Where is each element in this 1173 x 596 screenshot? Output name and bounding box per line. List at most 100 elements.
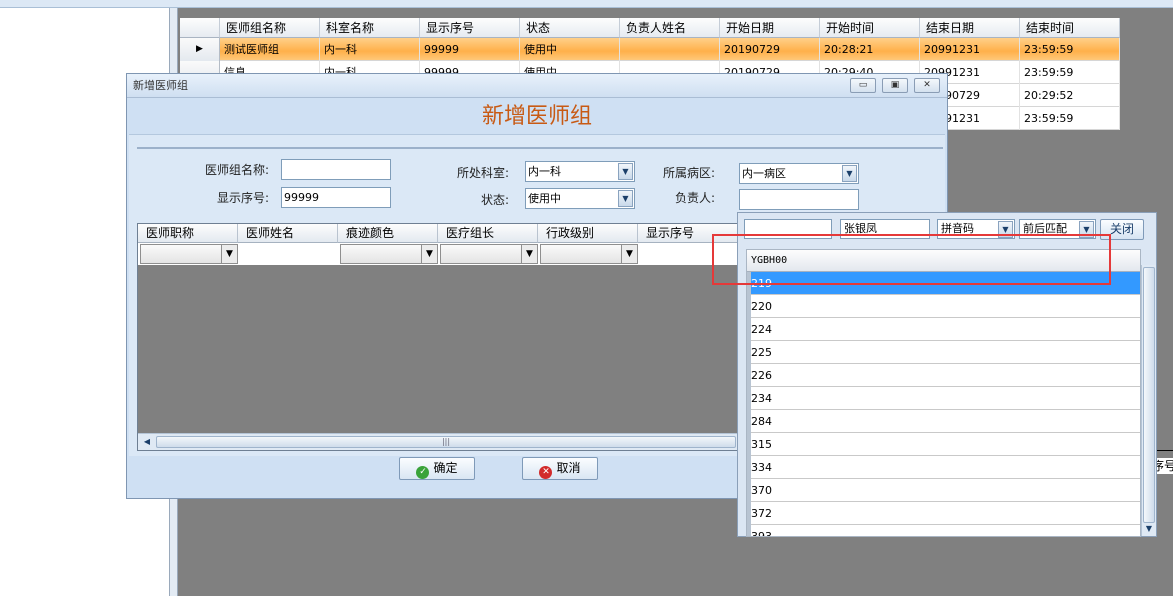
grid-corner-cell <box>180 18 220 38</box>
list-item[interactable]: 234 <box>747 387 1140 410</box>
column-header[interactable]: 负责人姓名 <box>620 18 720 38</box>
admin-level-combo[interactable]: ▼ <box>540 244 638 264</box>
table-row[interactable]: ▼ ▼ ▼ ▼ <box>138 243 752 265</box>
chevron-down-icon[interactable]: ▼ <box>618 190 633 207</box>
row-marker <box>747 525 751 536</box>
column-header[interactable]: 医师组名称 <box>220 18 320 38</box>
horizontal-scrollbar[interactable]: ◀ ||| <box>138 433 752 450</box>
status-value: 使用中 <box>528 192 561 205</box>
table-cell[interactable]: 99999 <box>420 38 520 61</box>
chevron-down-icon[interactable]: ▼ <box>521 245 537 263</box>
dept-value: 内一科 <box>528 165 561 178</box>
doctor-code-list[interactable]: YGBH00 219 220 224 225 226 234 284 315 3… <box>746 249 1141 537</box>
confirm-label: 确定 <box>433 461 458 475</box>
row-indicator-arrow: ▶ <box>180 38 220 61</box>
column-header[interactable]: 状态 <box>520 18 620 38</box>
list-item[interactable]: 220 <box>747 295 1140 318</box>
table-cell[interactable]: 23:59:59 <box>1020 38 1120 61</box>
minimize-icon: ▭ <box>858 80 868 90</box>
column-header[interactable]: 显示序号 <box>420 18 520 38</box>
title-combo[interactable]: ▼ <box>140 244 238 264</box>
chevron-down-icon[interactable]: ▼ <box>842 165 857 182</box>
check-icon: ✓ <box>416 466 430 479</box>
status-select[interactable]: 使用中 ▼ <box>525 188 635 209</box>
close-icon: ✕ <box>923 80 931 90</box>
list-item-label: 234 <box>751 392 772 405</box>
cancel-button[interactable]: ✕ 取消 <box>522 457 598 480</box>
dialog-titlebar[interactable]: 新增医师组 ▭ ▣ ✕ <box>127 74 947 98</box>
chevron-down-icon[interactable]: ▼ <box>618 163 633 180</box>
chevron-down-icon[interactable]: ▼ <box>221 245 237 263</box>
list-item-label: 220 <box>751 300 772 313</box>
list-item[interactable]: 284 <box>747 410 1140 433</box>
form-panel: 医师组名称: 所处科室: 内一科 ▼ 所属病区: 内一病区 ▼ 显示序号: 99… <box>137 147 943 215</box>
table-row[interactable]: ▶ 测试医师组 内一科 99999 使用中 20190729 20:28:21 … <box>180 38 1120 61</box>
column-header[interactable]: 医疗组长 <box>438 224 538 243</box>
list-item[interactable]: 370 <box>747 479 1140 502</box>
scrollbar-thumb[interactable] <box>1143 267 1155 523</box>
list-item[interactable]: 393 <box>747 525 1140 537</box>
leader-input[interactable] <box>739 189 859 210</box>
dialog-window-title: 新增医师组 <box>133 79 188 92</box>
list-item[interactable]: 334 <box>747 456 1140 479</box>
column-header[interactable]: 行政级别 <box>538 224 638 243</box>
maximize-button[interactable]: ▣ <box>882 78 908 93</box>
chevron-down-icon[interactable]: ▼ <box>421 245 437 263</box>
row-marker <box>747 502 751 525</box>
chevron-down-icon[interactable]: ▼ <box>621 245 637 263</box>
row-marker <box>747 295 751 318</box>
list-item-label: 334 <box>751 461 772 474</box>
trace-color-combo[interactable]: ▼ <box>340 244 438 264</box>
scroll-down-icon[interactable]: ▼ <box>1143 523 1155 535</box>
table-cell[interactable]: 20:28:21 <box>820 38 920 61</box>
list-item-label: 284 <box>751 415 772 428</box>
table-cell[interactable]: 内一科 <box>320 38 420 61</box>
close-button[interactable]: ✕ <box>914 78 940 93</box>
row-marker <box>747 387 751 410</box>
table-cell[interactable]: 20:29:52 <box>1020 84 1120 107</box>
column-header[interactable]: 科室名称 <box>320 18 420 38</box>
doctor-member-grid[interactable]: 医师职称 医师姓名 痕迹颜色 医疗组长 行政级别 显示序号 ▼ ▼ ▼ ▼ ◀ … <box>137 223 753 451</box>
column-header[interactable]: 开始时间 <box>820 18 920 38</box>
confirm-button[interactable]: ✓ 确定 <box>399 457 475 480</box>
table-cell[interactable]: 测试医师组 <box>220 38 320 61</box>
row-marker <box>747 341 751 364</box>
vertical-scrollbar[interactable]: ▼ <box>1141 265 1156 536</box>
cancel-icon: ✕ <box>539 466 553 479</box>
scroll-left-icon[interactable]: ◀ <box>140 436 154 448</box>
status-label: 状态: <box>480 193 509 207</box>
table-cell[interactable]: 20991231 <box>920 38 1020 61</box>
cancel-label: 取消 <box>556 461 581 475</box>
group-name-input[interactable] <box>281 159 391 180</box>
list-item[interactable]: 315 <box>747 433 1140 456</box>
list-item-label: 372 <box>751 507 772 520</box>
column-header[interactable]: 医师职称 <box>138 224 238 243</box>
scrollbar-thumb[interactable]: ||| <box>156 436 736 448</box>
table-cell[interactable]: 20190729 <box>720 38 820 61</box>
ward-value: 内一病区 <box>742 167 786 180</box>
list-item-label: 393 <box>751 530 772 537</box>
minimize-button[interactable]: ▭ <box>850 78 876 93</box>
column-header[interactable]: 痕迹颜色 <box>338 224 438 243</box>
team-leader-combo[interactable]: ▼ <box>440 244 538 264</box>
table-cell[interactable]: 23:59:59 <box>1020 107 1120 130</box>
table-cell[interactable]: 使用中 <box>520 38 620 61</box>
row-marker <box>747 456 751 479</box>
column-header[interactable]: 开始日期 <box>720 18 820 38</box>
list-item[interactable]: 372 <box>747 502 1140 525</box>
order-label: 显示序号: <box>216 191 269 205</box>
column-header[interactable]: 结束时间 <box>1020 18 1120 38</box>
table-cell[interactable] <box>620 38 720 61</box>
list-item-label: 315 <box>751 438 772 451</box>
list-item[interactable]: 226 <box>747 364 1140 387</box>
ward-select[interactable]: 内一病区 ▼ <box>739 163 859 184</box>
table-cell[interactable]: 23:59:59 <box>1020 61 1120 84</box>
ward-label: 所属病区: <box>662 166 715 180</box>
list-item[interactable]: 225 <box>747 341 1140 364</box>
order-input[interactable]: 99999 <box>281 187 391 208</box>
red-highlight-box <box>712 234 1111 285</box>
list-item[interactable]: 224 <box>747 318 1140 341</box>
dept-select[interactable]: 内一科 ▼ <box>525 161 635 182</box>
column-header[interactable]: 结束日期 <box>920 18 1020 38</box>
column-header[interactable]: 医师姓名 <box>238 224 338 243</box>
